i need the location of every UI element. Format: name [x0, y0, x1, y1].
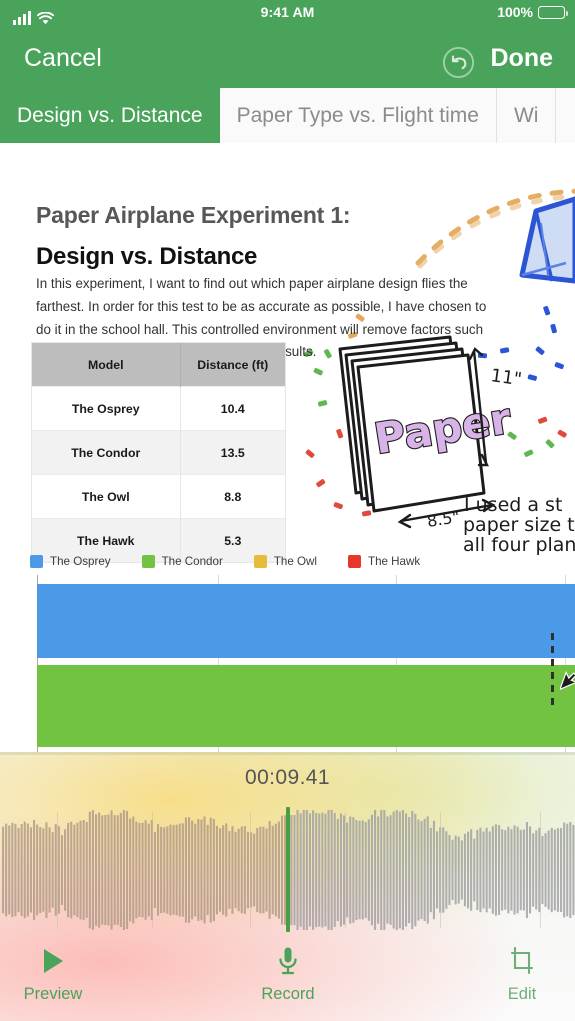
svg-text:all four plan: all four plan [463, 534, 575, 556]
tab-bar: Design vs. Distance Paper Type vs. Fligh… [0, 88, 575, 143]
table-cell-model: The Condor [32, 430, 181, 475]
paper-label: Paper [371, 394, 515, 464]
page-title-line2: Design vs. Distance [36, 242, 258, 270]
legend-swatch-icon [30, 555, 43, 568]
dimension-height-label: 11" [489, 365, 523, 390]
preview-label: Preview [23, 985, 83, 1003]
legend-item-condor: The Condor [141, 555, 223, 568]
battery-full-icon [538, 5, 568, 19]
legend-swatch-icon [347, 555, 361, 568]
bottom-toolbar: Preview Record Edit [0, 929, 575, 1021]
legend-swatch-icon [253, 555, 267, 568]
legend-label: The Owl [273, 555, 317, 568]
tab-design-vs-distance[interactable]: Design vs. Distance [0, 88, 220, 143]
record-button[interactable]: Record [228, 941, 348, 1004]
audio-playhead[interactable] [286, 807, 290, 932]
navigation-bar: Cancel Done [0, 30, 575, 88]
tab-paper-type-vs-flight-time[interactable]: Paper Type vs. Flight time [219, 88, 497, 143]
bar-chart[interactable] [0, 575, 575, 755]
chart-bar-condor[interactable] [37, 665, 575, 747]
dimension-width-label: 8.5" [426, 507, 461, 531]
table-cell-distance: 8.8 [180, 474, 285, 519]
panel-divider [0, 752, 575, 755]
legend-label: The Osprey [50, 555, 111, 568]
table-row[interactable]: The Owl 8.8 [32, 474, 285, 519]
undo-circle-icon[interactable] [442, 46, 475, 79]
edit-label: Edit [507, 985, 537, 1003]
table-header-distance: Distance (ft) [180, 343, 285, 387]
crop-icon [462, 941, 575, 981]
play-icon [0, 941, 113, 981]
table-row[interactable]: The Condor 13.5 [32, 430, 285, 475]
battery-percent-label: 100% [497, 4, 533, 20]
table-header-model: Model [32, 343, 181, 387]
legend-swatch-icon [141, 555, 155, 568]
tab-third[interactable]: Wi [496, 88, 557, 143]
document-page[interactable]: Paper 11" 8.5" I used a st paper size t [0, 143, 575, 755]
handwritten-note: I used a st paper size t all four plan [463, 494, 575, 556]
table-cell-distance: 10.4 [180, 386, 285, 431]
legend-item-osprey: The Osprey [30, 555, 111, 568]
table-cell-distance: 13.5 [180, 430, 285, 475]
legend-item-hawk: The Hawk [347, 555, 421, 568]
edit-button[interactable]: Edit [462, 941, 575, 1004]
microphone-icon [228, 941, 348, 981]
airplane-sketch [519, 196, 575, 284]
preview-button[interactable]: Preview [0, 941, 113, 1004]
chart-bar-osprey[interactable] [37, 584, 575, 658]
legend-item-owl: The Owl [253, 555, 317, 568]
record-label: Record [261, 985, 315, 1003]
table-row[interactable]: The Osprey 10.4 [32, 386, 285, 431]
legend-label: The Hawk [367, 555, 421, 568]
svg-text:I used a st: I used a st [464, 494, 562, 516]
table-header-row: Model Distance (ft) [32, 343, 285, 387]
status-bar: 9:41 AM 100% [0, 0, 575, 30]
table-cell-model: The Owl [32, 474, 181, 519]
table-cell-model: The Osprey [32, 386, 181, 431]
selection-handle[interactable] [551, 633, 554, 707]
app-screen: 9:41 AM 100% Cancel Done Design vs. Dist… [0, 0, 575, 1021]
status-bar-right: 100% [497, 4, 568, 20]
chart-legend: The Osprey The Condor The Owl The Hawk [30, 555, 451, 568]
page-title-line1: Paper Airplane Experiment 1: [36, 202, 351, 229]
results-table[interactable]: Model Distance (ft) The Osprey 10.4 The … [32, 343, 285, 562]
legend-label: The Condor [161, 555, 223, 568]
cancel-button[interactable]: Cancel [24, 44, 102, 73]
audio-timecode: 00:09.41 [245, 766, 330, 789]
svg-text:paper size t: paper size t [463, 514, 575, 536]
status-bar-clock: 9:41 AM [260, 4, 315, 20]
resize-cursor-icon [558, 670, 575, 694]
done-button[interactable]: Done [491, 44, 554, 73]
